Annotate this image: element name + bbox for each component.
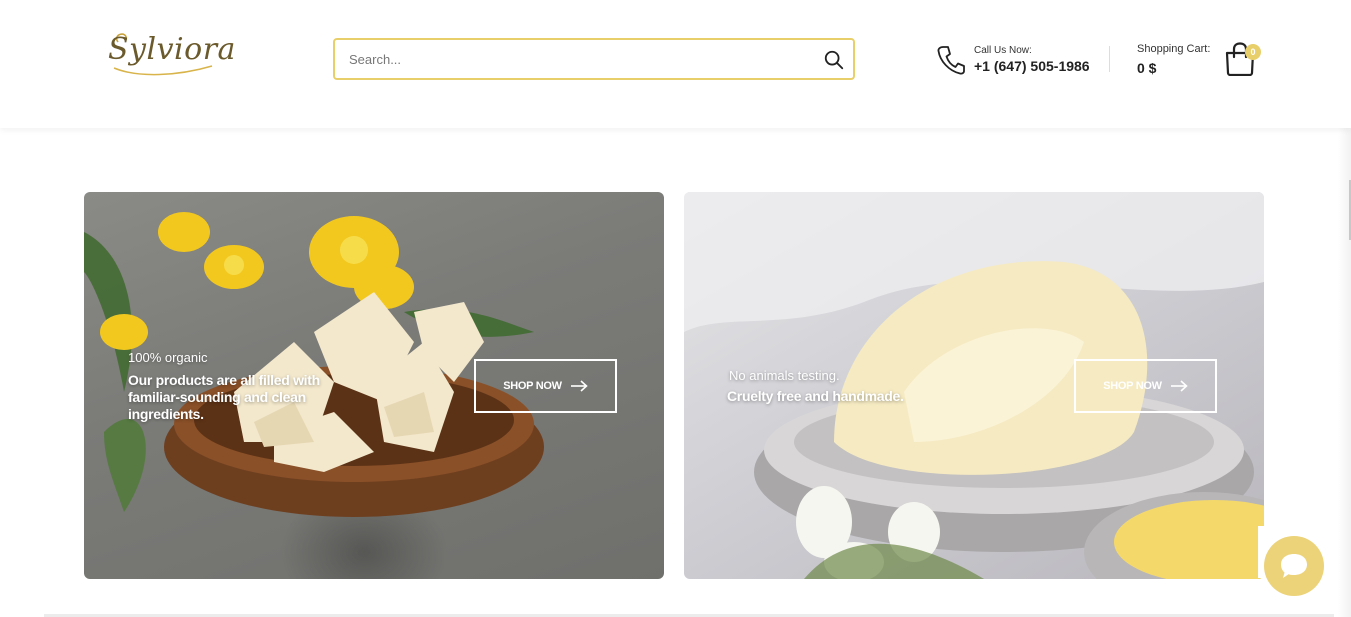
header-divider: [1109, 46, 1110, 72]
banner-headline: Cruelty free and handmade.: [727, 388, 904, 404]
search-icon[interactable]: [823, 49, 845, 71]
call-us-label: Call Us Now:: [974, 45, 1032, 56]
cart-count-badge: 0: [1245, 44, 1261, 60]
banner-subtitle: No animals testing.: [729, 368, 840, 383]
cart-total: 0 $: [1137, 60, 1157, 76]
arrow-right-icon: [1170, 380, 1188, 392]
shop-now-label: SHOP NOW: [1103, 380, 1162, 392]
shop-now-label: SHOP NOW: [503, 380, 562, 392]
promo-banner-organic[interactable]: 100% organic Our products are all filled…: [84, 192, 664, 579]
shop-now-button[interactable]: SHOP NOW: [474, 359, 617, 413]
promo-banner-cruelty-free[interactable]: No animals testing. Cruelty free and han…: [684, 192, 1264, 579]
chat-bubble-icon: [1281, 554, 1307, 578]
search-bar: [333, 38, 855, 80]
shopping-cart-label: Shopping Cart:: [1137, 43, 1211, 55]
page: Sylviora Call Us Now: +1 (647) 505-1986 …: [0, 0, 1351, 617]
banner-headline: Our products are all filled with familia…: [128, 372, 320, 422]
phone-number[interactable]: +1 (647) 505-1986: [974, 58, 1090, 74]
shop-now-button[interactable]: SHOP NOW: [1074, 359, 1217, 413]
site-header: Sylviora Call Us Now: +1 (647) 505-1986 …: [0, 0, 1351, 128]
logo-text: Sylviora: [108, 32, 236, 67]
live-chat-button[interactable]: [1264, 536, 1324, 596]
phone-icon: [937, 46, 965, 75]
search-input[interactable]: [347, 40, 807, 78]
arrow-right-icon: [570, 380, 588, 392]
banner-subtitle: 100% organic: [128, 350, 208, 365]
logo[interactable]: Sylviora: [108, 28, 235, 80]
